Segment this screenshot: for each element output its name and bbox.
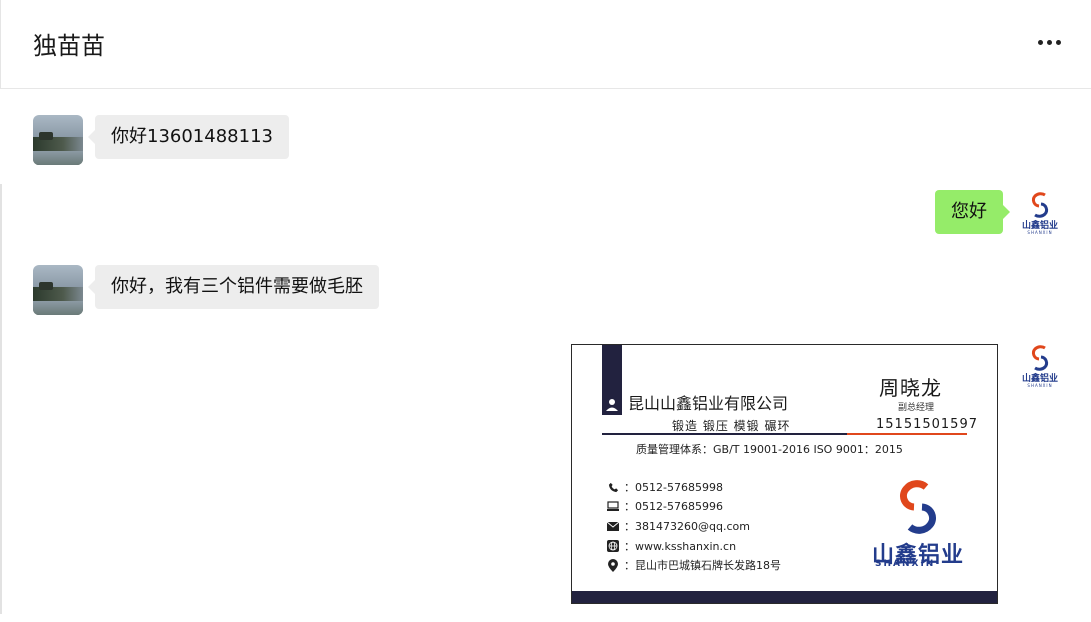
my-avatar[interactable]: 山鑫铝业 SHANXIN: [1015, 343, 1065, 393]
card-services: 锻造 锻压 模锻 碾环: [672, 419, 791, 433]
more-options-icon[interactable]: [1038, 40, 1061, 45]
card-tel: ：0512-57685998: [606, 479, 723, 495]
message-bubble-incoming[interactable]: 你好13601488113: [88, 115, 289, 159]
my-avatar[interactable]: 山鑫铝业 SHANXIN: [1015, 190, 1065, 240]
chat-title: 独苗苗: [33, 32, 105, 60]
avatar-brand-sub: SHANXIN: [1027, 230, 1053, 235]
globe-icon: [606, 539, 620, 553]
location-pin-icon: [606, 558, 620, 572]
message-bubble-outgoing[interactable]: 您好: [935, 190, 1010, 234]
chat-header: 独苗苗: [0, 0, 1091, 89]
card-address: ：昆山市巴城镇石牌长发路18号: [606, 557, 781, 573]
card-rule: [602, 433, 847, 435]
card-bottom-bar: [572, 591, 997, 603]
card-mobile: 15151501597: [876, 417, 978, 432]
card-role: 副总经理: [898, 403, 935, 413]
shanxin-logo-icon: [899, 480, 937, 534]
card-brand-sub: SHANXIN: [875, 559, 936, 569]
card-company: 昆山山鑫铝业有限公司: [628, 394, 789, 413]
business-card-image[interactable]: 昆山山鑫铝业有限公司 锻造 锻压 模锻 碾环 周晓龙 副总经理 15151501…: [571, 344, 998, 604]
card-name: 周晓龙: [879, 376, 942, 400]
card-web: ：www.ksshanxin.cn: [606, 538, 736, 554]
contact-avatar[interactable]: [33, 265, 83, 315]
contact-avatar[interactable]: [33, 115, 83, 165]
person-icon: [606, 399, 618, 411]
shanxin-logo-icon: [1031, 192, 1049, 218]
mail-icon: [606, 519, 620, 533]
shanxin-logo-icon: [1031, 345, 1049, 371]
divider: [0, 89, 2, 622]
card-quality: 质量管理体系：GB/T 19001-2016 ISO 9001：2015: [636, 443, 903, 456]
card-email: ：381473260@qq.com: [606, 518, 750, 534]
phone-icon: [606, 480, 620, 494]
card-fax: ：0512-57685996: [606, 498, 723, 514]
fax-icon: [606, 499, 620, 513]
message-bubble-incoming[interactable]: 你好，我有三个铝件需要做毛胚: [88, 265, 379, 309]
avatar-brand-sub: SHANXIN: [1027, 383, 1053, 388]
card-rule-accent: [847, 433, 967, 435]
